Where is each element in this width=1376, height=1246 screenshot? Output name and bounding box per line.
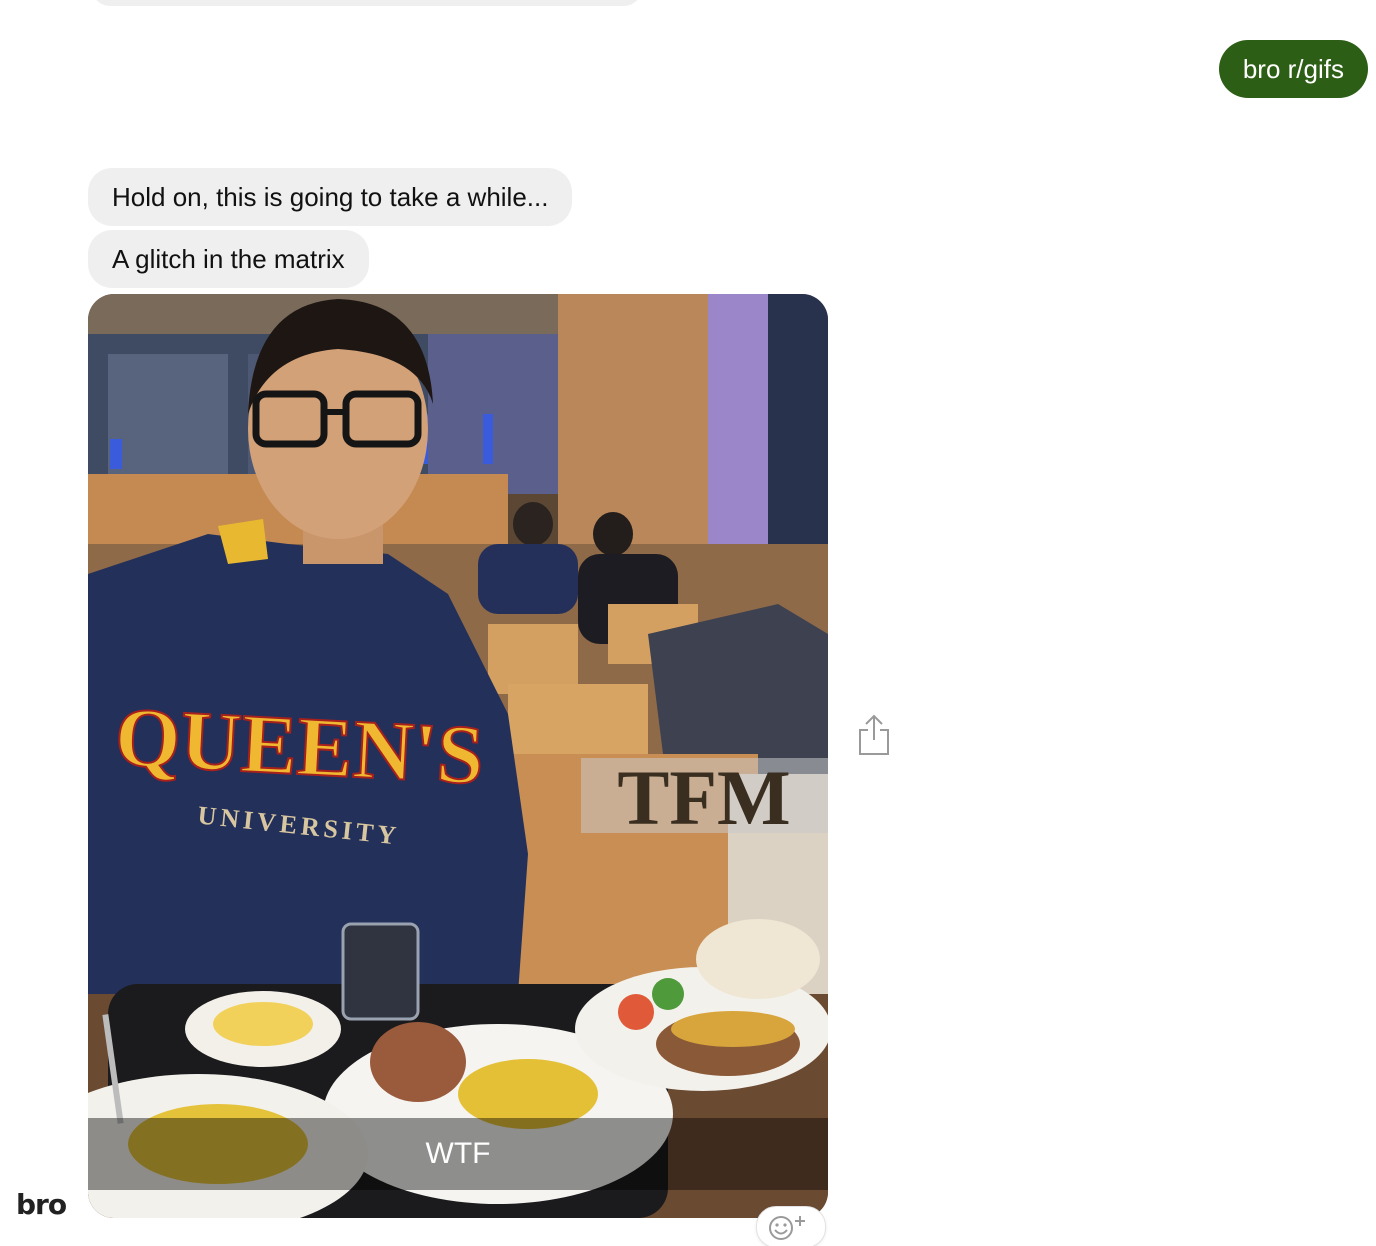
incoming-message-bubble: A glitch in the matrix: [88, 230, 369, 288]
add-reaction-button[interactable]: [756, 1206, 826, 1246]
previous-message-bubble: [92, 0, 642, 6]
incoming-message-bubble: Hold on, this is going to take a while..…: [88, 168, 573, 226]
share-button[interactable]: [856, 712, 892, 758]
hoodie-text: QUEEN'S: [113, 690, 486, 802]
share-icon: [859, 714, 889, 755]
gif-frame: TFM QUEEN'S UNIVERSITY: [88, 294, 828, 1218]
chat-window: bro r/gifs Hold on, this is going to tak…: [0, 0, 1376, 1246]
gif-caption: WTF: [88, 1118, 828, 1190]
add-reaction-icon: [769, 1216, 805, 1240]
gif-message[interactable]: TFM QUEEN'S UNIVERSITY WTF: [88, 294, 828, 1218]
watermark-text: TFM: [617, 754, 790, 841]
outgoing-message-bubble: bro r/gifs: [1218, 40, 1368, 98]
bot-avatar-logo: bro: [16, 1188, 67, 1221]
